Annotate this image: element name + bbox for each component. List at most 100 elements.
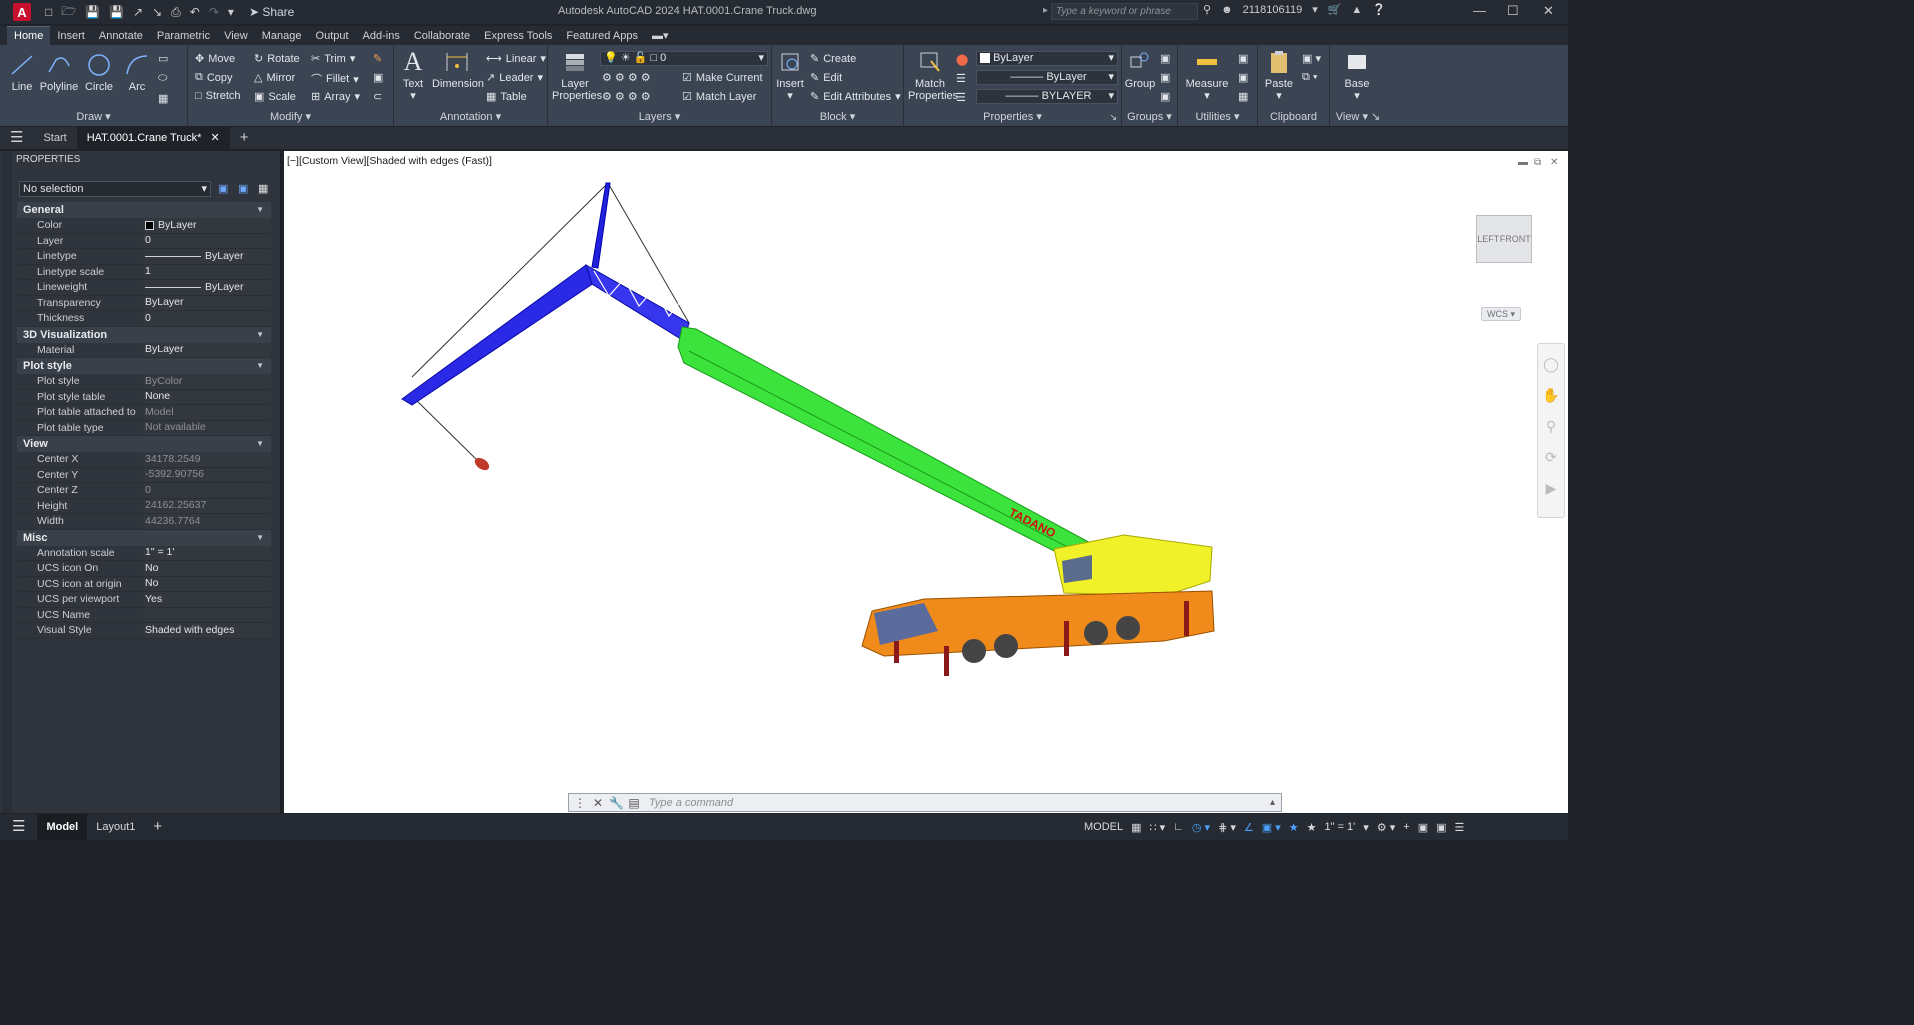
group-button[interactable]: Group [1124, 49, 1156, 90]
rotate-button[interactable]: ↻ Rotate [254, 52, 300, 66]
command-history-icon[interactable]: ▴ [1270, 797, 1275, 808]
property-value[interactable]: No [143, 561, 271, 576]
cart-icon[interactable]: 🛒 [1328, 3, 1342, 16]
property-row[interactable]: Center Z0 [17, 483, 271, 499]
property-row[interactable]: Lineweight ByLayer [17, 280, 271, 296]
property-value[interactable]: No [143, 576, 271, 591]
block-panel-title[interactable]: Block ▾ [772, 110, 903, 123]
annotation-scale-dropdown-icon[interactable]: ▾ [1363, 821, 1369, 834]
property-value[interactable]: 1" = 1' [143, 545, 271, 560]
clean-screen-icon[interactable]: ▣ [1436, 821, 1446, 834]
recent-commands-icon[interactable]: ▤ [627, 796, 641, 810]
view-panel-title[interactable]: View ▾ ↘ [1330, 110, 1386, 123]
ortho-icon[interactable]: ∟ [1173, 821, 1184, 833]
property-value[interactable]: None [143, 389, 271, 404]
navigation-bar[interactable]: ◯ ✋ ⚲ ⟳ ▶ [1537, 343, 1565, 518]
viewcube[interactable]: LEFT FRONT [1476, 215, 1532, 263]
draw-panel-title[interactable]: Draw ▾ [0, 110, 187, 123]
hatch-button[interactable]: ▦ [158, 92, 168, 105]
line-button[interactable]: Line [8, 52, 36, 93]
property-row[interactable]: Layer 0 [17, 233, 271, 249]
group-selection-icon[interactable]: ▣ [1160, 90, 1170, 103]
quick-select-icon[interactable]: ▣ [1238, 52, 1248, 65]
pan-icon[interactable]: ✋ [1538, 387, 1564, 404]
property-row[interactable]: Height 24162.25637 [17, 498, 271, 514]
close-window-icon[interactable]: ✕ [1543, 3, 1554, 19]
new-layout-icon[interactable]: + [144, 814, 171, 840]
plot-icon[interactable]: ⎙ [171, 5, 181, 20]
search-expand-icon[interactable]: ▸ [1043, 5, 1048, 16]
copy-button[interactable]: ⧉ Copy [195, 71, 233, 84]
property-value[interactable] [143, 607, 271, 622]
maximize-icon[interactable]: ☐ [1507, 3, 1519, 19]
crane-model-drawing[interactable]: TADANO [284, 151, 1568, 813]
tab-featured-apps[interactable]: Featured Apps [559, 30, 645, 45]
drawing-viewport[interactable]: [−][Custom View][Shaded with edges (Fast… [284, 151, 1568, 813]
color-wheel-icon[interactable]: ⬤ [956, 53, 968, 66]
property-category[interactable]: View ▼ [17, 436, 271, 452]
save-as-icon[interactable]: 💾 [109, 5, 124, 19]
save-icon[interactable]: 💾 [85, 5, 100, 19]
fillet-button[interactable]: ⌒ Fillet ▾ [311, 71, 359, 87]
customize-dropdown-icon[interactable]: ▾ [228, 5, 234, 19]
leader-button[interactable]: ↗ Leader ▾ [486, 71, 543, 85]
collapse-arrow-icon[interactable]: ▼ [256, 358, 264, 374]
command-line-grip-icon[interactable]: ⋮ [573, 796, 587, 810]
offset-button[interactable]: ⊂ [373, 90, 382, 103]
property-row[interactable]: Thickness 0 [17, 311, 271, 327]
snap-icon[interactable]: ∷ ▾ [1150, 821, 1166, 834]
ungroup-icon[interactable]: ▣ [1160, 52, 1170, 65]
property-value[interactable]: ByLayer [143, 342, 271, 357]
properties-panel-title[interactable]: Properties ▾ [904, 110, 1121, 123]
explode-button[interactable]: ▣ [373, 71, 383, 84]
property-row[interactable]: UCS per viewport Yes [17, 592, 271, 608]
close-command-line-icon[interactable]: ✕ [591, 796, 605, 810]
make-current-button[interactable]: ☑ Make Current [682, 71, 763, 85]
layer-properties-button[interactable]: Layer Properties [552, 49, 602, 102]
wcs-menu[interactable]: WCS ▾ [1481, 307, 1521, 321]
property-row[interactable]: Plot style ByColor [17, 374, 271, 390]
mirror-button[interactable]: △ Mirror [254, 71, 295, 85]
tab-drawing[interactable]: HAT.0001.Crane Truck* ✕ [76, 127, 230, 149]
polyline-button[interactable]: Polyline [39, 52, 79, 93]
showmotion-icon[interactable]: ▶ [1538, 480, 1564, 497]
collapse-arrow-icon[interactable]: ▼ [256, 530, 264, 546]
match-properties-button[interactable]: Match Properties [908, 49, 958, 102]
layout-menu-icon[interactable]: ☰ [0, 814, 37, 840]
property-value[interactable]: Yes [143, 592, 271, 607]
scale-button[interactable]: ▣ Scale [254, 90, 296, 104]
property-row[interactable]: UCS Name [17, 607, 271, 623]
property-row[interactable]: UCS icon On No [17, 561, 271, 577]
measure-button[interactable]: Measure ▾ [1184, 49, 1230, 102]
select-objects-icon[interactable]: ▣ [238, 182, 251, 195]
collapse-arrow-icon[interactable]: ▼ [256, 202, 264, 218]
property-value[interactable]: 0 [143, 233, 271, 248]
annotation-monitor-icon[interactable]: + [1403, 821, 1409, 833]
rectangle-button[interactable]: ▭ [158, 52, 168, 65]
tab-manage[interactable]: Manage [255, 30, 309, 45]
tab-home[interactable]: Home [7, 26, 51, 45]
ellipse-button[interactable]: ⬭ [158, 72, 167, 85]
orbit-icon[interactable]: ⟳ [1538, 449, 1564, 466]
redo-icon[interactable]: ↷ [209, 5, 219, 19]
save-web-icon[interactable]: ↘ [152, 5, 162, 19]
linetype-dropdown[interactable]: ——— ByLayer ▾ [976, 70, 1118, 85]
viewcube-left-face[interactable]: LEFT [1477, 234, 1499, 244]
property-value[interactable]: ByLayer [143, 295, 271, 310]
command-input[interactable]: Type a command [649, 797, 733, 809]
property-row[interactable]: Transparency ByLayer [17, 295, 271, 311]
utilities-panel-title[interactable]: Utilities ▾ [1178, 110, 1257, 123]
properties-launcher-icon[interactable]: ↘ [1109, 112, 1117, 123]
modify-panel-title[interactable]: Modify ▾ [188, 110, 393, 123]
layer-dropdown[interactable]: 💡 ☀ 🔓 □ 0 ▾ [600, 51, 768, 66]
linear-button[interactable]: ⟷ Linear ▾ [486, 52, 546, 66]
tab-express-tools[interactable]: Express Tools [477, 30, 559, 45]
new-file-icon[interactable]: □ [45, 5, 52, 19]
paste-button[interactable]: Paste ▾ [1264, 49, 1294, 102]
layout1-tab[interactable]: Layout1 [87, 814, 144, 840]
zoom-icon[interactable]: ⚲ [1538, 418, 1564, 435]
customize-command-line-icon[interactable]: 🔧 [609, 796, 624, 810]
stretch-button[interactable]: □ Stretch [195, 90, 241, 102]
property-row[interactable]: Width 44236.7764 [17, 514, 271, 530]
tab-output[interactable]: Output [309, 30, 356, 45]
